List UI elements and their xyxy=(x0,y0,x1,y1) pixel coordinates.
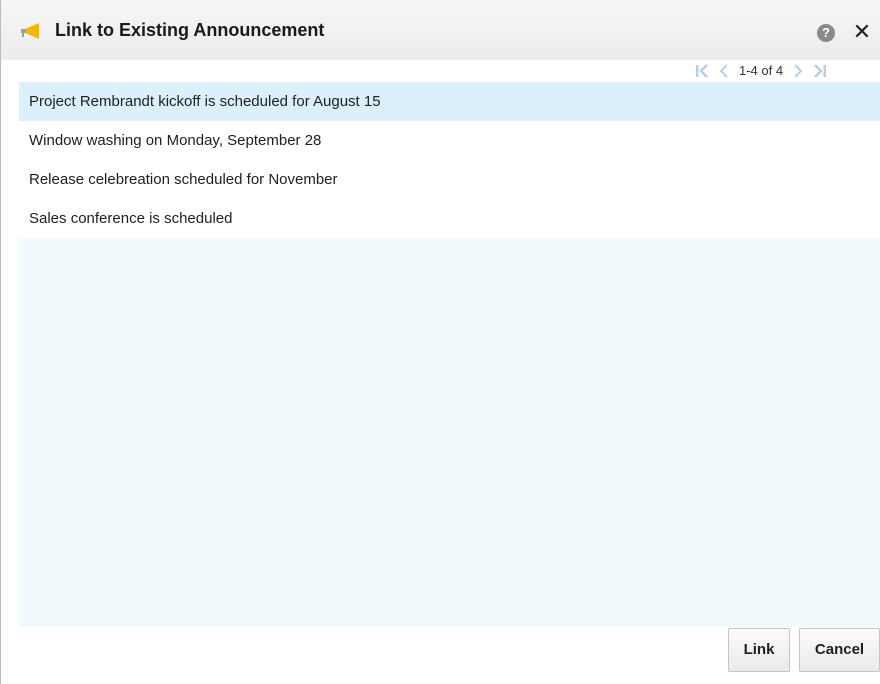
previous-page-icon[interactable] xyxy=(713,61,735,81)
link-button[interactable]: Link xyxy=(728,628,790,672)
page-range-text: 1-4 of 4 xyxy=(739,63,784,78)
announcement-item[interactable]: Project Rembrandt kickoff is scheduled f… xyxy=(19,82,880,121)
dialog-title-bar: Link to Existing Announcement ? ✕ xyxy=(1,0,880,60)
pagination-bar: 1-4 of 4 xyxy=(691,59,880,82)
help-icon[interactable]: ? xyxy=(817,24,835,42)
close-icon[interactable]: ✕ xyxy=(851,18,873,46)
announcement-item[interactable]: Window washing on Monday, September 28 xyxy=(19,121,880,160)
first-page-icon[interactable] xyxy=(691,61,713,81)
cancel-button[interactable]: Cancel xyxy=(799,628,880,672)
last-page-icon[interactable] xyxy=(809,61,831,81)
link-announcement-dialog: Link to Existing Announcement ? ✕ 1-4 of… xyxy=(0,0,880,684)
announcement-list: Project Rembrandt kickoff is scheduled f… xyxy=(19,82,880,627)
dialog-title: Link to Existing Announcement xyxy=(55,20,325,40)
announcement-item[interactable]: Release celebreation scheduled for Novem… xyxy=(19,160,880,199)
megaphone-icon xyxy=(19,22,41,40)
next-page-icon[interactable] xyxy=(787,61,809,81)
announcement-item[interactable]: Sales conference is scheduled xyxy=(19,199,880,238)
